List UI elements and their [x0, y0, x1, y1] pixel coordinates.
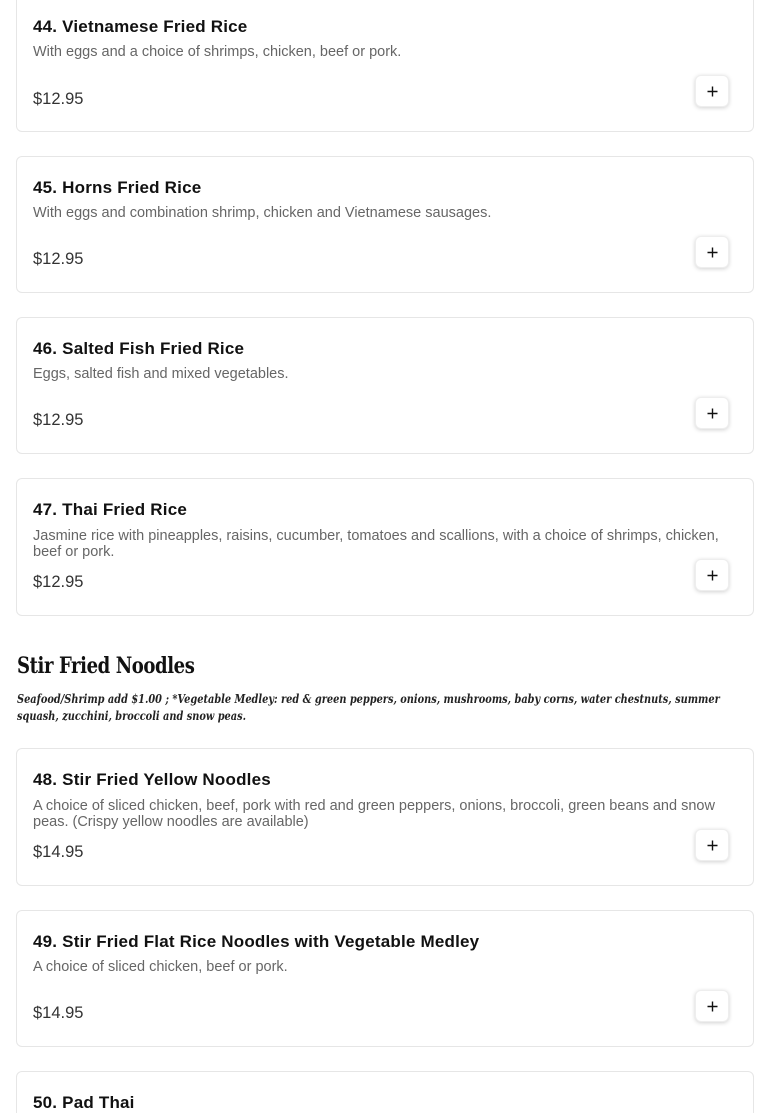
menu-item-card[interactable]: 50. Pad Thai [16, 1071, 754, 1113]
add-to-cart-button[interactable] [695, 559, 729, 591]
add-to-cart-button[interactable] [695, 75, 729, 107]
menu-item-card[interactable]: 45. Horns Fried Rice With eggs and combi… [16, 156, 754, 293]
add-to-cart-button[interactable] [695, 397, 729, 429]
menu-item-title: 45. Horns Fried Rice [33, 178, 202, 197]
section-note: Seafood/Shrimp add $1.00 ; *Vegetable Me… [17, 692, 720, 723]
menu-item-description: Jasmine rice with pineapples, raisins, c… [33, 528, 719, 560]
plus-icon [707, 840, 717, 850]
plus-icon [707, 1001, 717, 1011]
menu-item-card[interactable]: 47. Thai Fried Rice Jasmine rice with pi… [16, 478, 754, 616]
add-to-cart-button[interactable] [695, 990, 729, 1022]
plus-icon [707, 408, 717, 418]
menu-item-price: $14.95 [33, 1004, 84, 1022]
plus-icon [707, 86, 717, 96]
menu-item-title: 49. Stir Fried Flat Rice Noodles with Ve… [33, 932, 480, 951]
menu-item-description: A choice of sliced chicken, beef, pork w… [33, 798, 715, 830]
menu-item-card[interactable]: 44. Vietnamese Fried Rice With eggs and … [16, 0, 754, 132]
menu-item-description: With eggs and combination shrimp, chicke… [33, 205, 492, 221]
menu-item-title: 47. Thai Fried Rice [33, 500, 188, 519]
menu-item-description: A choice of sliced chicken, beef or pork… [33, 959, 288, 975]
menu-item-title: 50. Pad Thai [33, 1093, 135, 1112]
menu-item-card[interactable]: 46. Salted Fish Fried Rice Eggs, salted … [16, 317, 754, 454]
menu-item-price: $14.95 [33, 843, 84, 861]
menu-item-title: 46. Salted Fish Fried Rice [33, 339, 245, 358]
menu-item-card[interactable]: 49. Stir Fried Flat Rice Noodles with Ve… [16, 910, 754, 1047]
menu-item-price: $12.95 [33, 573, 84, 591]
menu-item-description: With eggs and a choice of shrimps, chick… [33, 44, 402, 60]
menu-item-price: $12.95 [33, 90, 84, 108]
menu-item-price: $12.95 [33, 411, 84, 429]
add-to-cart-button[interactable] [695, 236, 729, 268]
menu-item-card[interactable]: 48. Stir Fried Yellow Noodles A choice o… [16, 748, 754, 886]
plus-icon [707, 570, 717, 580]
menu-item-price: $12.95 [33, 250, 84, 268]
menu-page: 44. Vietnamese Fried Rice With eggs and … [0, 0, 770, 1113]
section-title: Stir Fried Noodles [17, 653, 195, 679]
add-to-cart-button[interactable] [695, 829, 729, 861]
menu-item-description: Eggs, salted fish and mixed vegetables. [33, 366, 289, 382]
menu-item-title: 48. Stir Fried Yellow Noodles [33, 770, 271, 789]
menu-item-title: 44. Vietnamese Fried Rice [33, 17, 248, 36]
plus-icon [707, 247, 717, 257]
